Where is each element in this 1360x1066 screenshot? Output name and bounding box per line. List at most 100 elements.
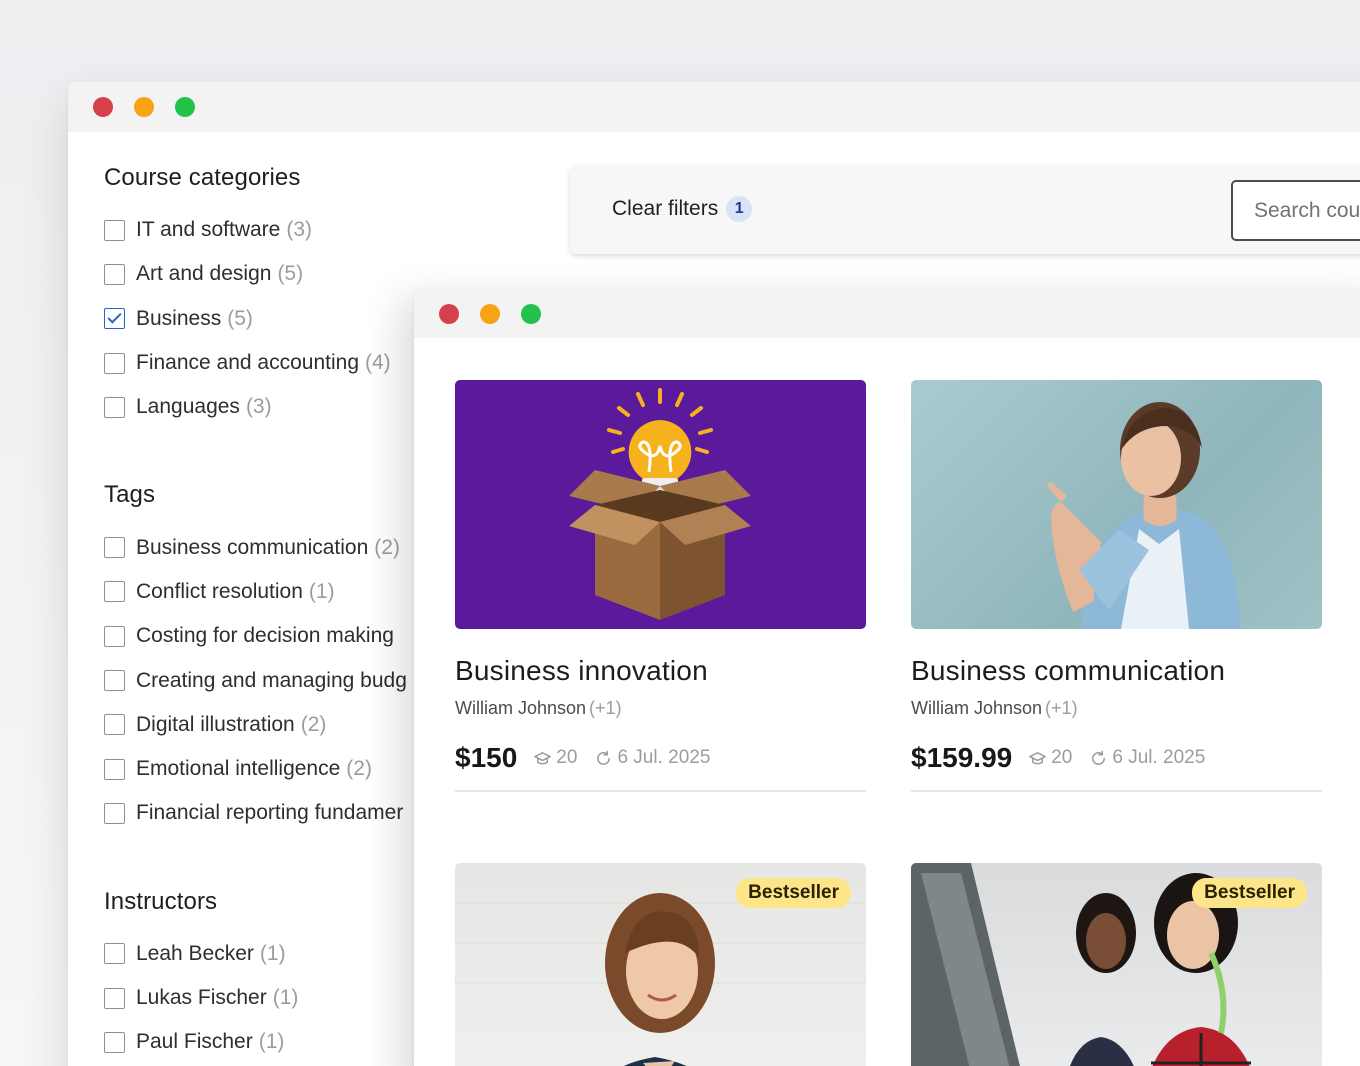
filter-option-count: (4) bbox=[365, 351, 391, 375]
card-divider bbox=[911, 790, 1322, 792]
categories-title: Course categories bbox=[104, 164, 301, 191]
filter-checkbox[interactable] bbox=[104, 352, 125, 374]
filter-checkbox[interactable] bbox=[104, 802, 125, 824]
filter-checkbox[interactable] bbox=[104, 581, 125, 603]
course-meta: $150 20 6 Jul. 2025 bbox=[455, 741, 866, 775]
filter-option-label: Financial reporting fundamer bbox=[136, 801, 404, 825]
author-name: William Johnson bbox=[455, 698, 587, 718]
author-name: William Johnson bbox=[911, 698, 1043, 718]
course-card[interactable]: Bestseller bbox=[455, 863, 866, 1066]
tags-filter-option[interactable]: Financial reporting fundamer bbox=[104, 791, 434, 835]
author-extra-count: (+1) bbox=[589, 698, 622, 718]
course-card[interactable]: Business innovation William Johnson (+1) … bbox=[455, 380, 866, 792]
date-value: 6 Jul. 2025 bbox=[1112, 747, 1206, 768]
students-value: 20 bbox=[1051, 747, 1073, 768]
filter-option-label: Finance and accounting bbox=[136, 351, 359, 375]
course-title[interactable]: Business innovation bbox=[455, 655, 866, 687]
categories-list: IT and software (3) Art and design (5) Busin… bbox=[104, 208, 434, 429]
instructors-title: Instructors bbox=[104, 887, 218, 915]
course-card[interactable]: Business communication William Johnson (+… bbox=[911, 380, 1322, 792]
clear-filters-label: Clear filters bbox=[612, 197, 719, 220]
course-image-smiling-woman[interactable]: Bestseller bbox=[455, 863, 866, 1066]
tags-filter-option[interactable]: Conflict resolution (1) bbox=[104, 570, 434, 614]
instructors-filter-option[interactable]: Lukas Fischer (1) bbox=[104, 976, 434, 1020]
tags-title: Tags bbox=[104, 481, 156, 509]
filter-option-count: (1) bbox=[258, 1030, 285, 1054]
categories-filter-option[interactable]: Finance and accounting (4) bbox=[104, 341, 434, 385]
course-meta: $159.99 20 6 Jul. 2025 bbox=[911, 741, 1322, 775]
filter-checkbox[interactable] bbox=[104, 670, 125, 692]
filter-checkbox[interactable] bbox=[104, 537, 125, 559]
card-divider bbox=[455, 790, 866, 792]
author-extra-count: (+1) bbox=[1045, 698, 1078, 718]
tags-section: Tags Business communication (2) Conflict r… bbox=[104, 481, 434, 835]
updated-date: 6 Jul. 2025 bbox=[594, 747, 710, 769]
courses-window: Business innovation William Johnson (+1) … bbox=[414, 289, 1360, 1066]
maximize-window-button[interactable] bbox=[521, 303, 541, 324]
filter-checkbox[interactable] bbox=[104, 714, 125, 736]
filter-checkbox[interactable] bbox=[104, 943, 125, 965]
filter-option-count: (1) bbox=[259, 941, 286, 965]
woman-pointing-photo bbox=[1047, 402, 1241, 629]
refresh-icon bbox=[1092, 750, 1106, 765]
maximize-window-button[interactable] bbox=[175, 97, 195, 117]
filter-option-label: Emotional intelligence bbox=[136, 757, 341, 781]
categories-filter-option[interactable]: Business (5) bbox=[104, 297, 434, 341]
instructors-section: Instructors Leah Becker (1) Lukas Fischer(… bbox=[104, 888, 434, 1065]
course-card[interactable]: Bestseller bbox=[911, 863, 1322, 1066]
filter-option-label: IT and software bbox=[136, 218, 281, 242]
graduation-cap-icon bbox=[1029, 751, 1047, 764]
students-count: 20 bbox=[533, 747, 577, 769]
course-author: William Johnson (+1) bbox=[455, 698, 866, 719]
filter-option-label: Paul Fischer bbox=[136, 1030, 253, 1054]
filter-option-label: Business bbox=[136, 306, 222, 330]
filter-checkbox[interactable] bbox=[104, 758, 125, 780]
filter-checkbox[interactable] bbox=[104, 625, 125, 647]
filter-option-count: (3) bbox=[286, 218, 313, 242]
course-price: $159.99 bbox=[911, 742, 1013, 773]
instructors-list: Leah Becker (1) Lukas Fischer (1) Paul Fisch… bbox=[104, 932, 434, 1065]
filter-checkbox[interactable] bbox=[104, 219, 125, 241]
filter-option-label: Art and design bbox=[136, 262, 272, 286]
filter-option-label: Costing for decision making bbox=[136, 624, 394, 648]
filter-option-label: Languages bbox=[136, 395, 240, 419]
tags-filter-option[interactable]: Costing for decision making bbox=[104, 614, 434, 658]
minimize-window-button[interactable] bbox=[134, 97, 154, 117]
filter-option-label: Digital illustration bbox=[136, 712, 295, 736]
window-titlebar bbox=[68, 82, 1360, 132]
tags-filter-option[interactable]: Digital illustration (2) bbox=[104, 703, 434, 747]
course-image-woman-pointing[interactable] bbox=[911, 380, 1322, 629]
filter-checkbox[interactable] bbox=[104, 1031, 125, 1053]
filter-checkbox[interactable] bbox=[104, 308, 125, 330]
filter-checkbox[interactable] bbox=[104, 396, 125, 418]
close-window-button[interactable] bbox=[439, 303, 459, 324]
tags-filter-option[interactable]: Emotional intelligence (2) bbox=[104, 747, 434, 791]
filter-checkbox[interactable] bbox=[104, 987, 125, 1009]
lightbulb-box-illustration bbox=[569, 388, 751, 620]
students-value: 20 bbox=[556, 747, 578, 768]
categories-filter-option[interactable]: Languages (3) bbox=[104, 385, 434, 429]
categories-filter-option[interactable]: IT and software (3) bbox=[104, 208, 434, 252]
course-price: $150 bbox=[455, 742, 518, 773]
instructors-filter-option[interactable]: Leah Becker (1) bbox=[104, 932, 434, 976]
filter-option-label: Conflict resolution bbox=[136, 579, 303, 603]
filter-option-count: (2) bbox=[374, 535, 400, 559]
close-window-button[interactable] bbox=[93, 97, 113, 117]
filter-toolbar: Clear filters 1 bbox=[570, 166, 1360, 254]
course-image-lightbulb-box[interactable] bbox=[455, 380, 866, 629]
clear-filters-button[interactable]: Clear filters 1 bbox=[612, 196, 753, 222]
course-title[interactable]: Business communication bbox=[911, 655, 1322, 687]
bestseller-badge: Bestseller bbox=[736, 878, 851, 908]
filter-option-count: (5) bbox=[277, 262, 304, 286]
screenshot-stage: Course categories IT and software (3) Art … bbox=[0, 0, 1360, 1066]
date-value: 6 Jul. 2025 bbox=[617, 747, 711, 768]
categories-filter-option[interactable]: Art and design (5) bbox=[104, 252, 434, 296]
course-image-two-women-computer[interactable]: Bestseller bbox=[911, 863, 1322, 1066]
instructors-filter-option[interactable]: Paul Fischer (1) bbox=[104, 1020, 434, 1064]
graduation-cap-icon bbox=[534, 751, 552, 764]
filter-checkbox[interactable] bbox=[104, 263, 125, 285]
tags-filter-option[interactable]: Business communication (2) bbox=[104, 525, 434, 569]
minimize-window-button[interactable] bbox=[480, 303, 500, 324]
tags-filter-option[interactable]: Creating and managing budg bbox=[104, 658, 434, 702]
search-courses-input[interactable] bbox=[1231, 180, 1360, 241]
